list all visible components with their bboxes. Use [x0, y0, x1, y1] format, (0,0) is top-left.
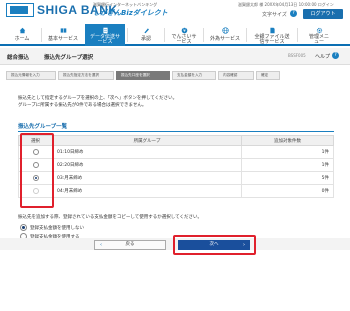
table-row[interactable]: 01:10日締め 1件 [18, 145, 334, 159]
instruction-text: 振込先として指定するグループを選択の上、「次へ」ボタンを押してください。 [18, 96, 178, 101]
page-title: 振込先グループ選択 [44, 55, 94, 61]
globe-icon [221, 27, 229, 34]
file-icon [269, 27, 275, 34]
step-item: 確定 [256, 71, 280, 80]
option-prompt: 振込先を追加する際、登録されている支払金額をコピーして使用するか選択してください… [18, 215, 202, 220]
nav-admin-menu[interactable]: 管理メニュー [299, 24, 339, 46]
step-item-current: 振込先口座を選択 [116, 71, 170, 80]
nav-home[interactable]: ホーム [4, 24, 40, 46]
step-item: 支払金額を入力 [172, 71, 216, 80]
nav-label: ホーム [14, 36, 30, 42]
svg-text:¥: ¥ [183, 28, 186, 33]
table-header-row: 選択 所属グループ 追加対象件数 [18, 135, 334, 146]
highlight-box [173, 235, 256, 255]
nav-basic-services[interactable]: 基本サービス [43, 24, 83, 46]
table-row[interactable]: 02:20日締め 1件 [18, 158, 334, 172]
back-label: 戻る [125, 242, 135, 247]
nav-approval[interactable]: 承認 [129, 24, 163, 46]
back-button[interactable]: ‹ 戻る [94, 240, 166, 250]
group-name: 02:20日締め [52, 158, 242, 172]
yen-icon: ¥ [181, 27, 187, 34]
group-name: 04:月末締め [52, 184, 242, 198]
font-size-control[interactable]: 文字サイズ [262, 11, 287, 18]
nav-label: でんさいサービス [171, 34, 197, 45]
document-icon [102, 27, 108, 34]
group-table: 選択 所属グループ 追加対象件数 01:10日締め 1件 02:20日締め 1件… [18, 135, 334, 198]
book-icon [60, 28, 66, 33]
highlight-box [20, 133, 54, 208]
option-label: 登録支払金額を使用しない [30, 226, 84, 231]
gear-icon [316, 27, 322, 34]
nav-label: 全銀ファイル送信サービス [254, 34, 290, 45]
user-info: 滋賀銀太郎 様 20XX年04月13日 10:00:00 ログイン [238, 2, 334, 7]
group-count: 0件 [241, 184, 334, 198]
logout-button[interactable]: ログアウト [303, 9, 343, 19]
group-count: 1件 [241, 158, 334, 172]
nav-densai[interactable]: ¥ でんさいサービス [166, 24, 202, 46]
nav-zengin-file[interactable]: 全銀ファイル送信サービス [248, 24, 296, 46]
pen-icon [143, 28, 149, 34]
title-bar: 総合振込 振込先グループ選択 BSSF005 ヘルプ ? [0, 48, 350, 65]
step-item: 振込先指定方法を選択 [58, 71, 114, 80]
table-row[interactable]: 03:月末締め 5件 [18, 171, 334, 185]
nav-label: 外為サービス [209, 36, 240, 42]
step-indicator: 振込元情報を入力 振込先指定方法を選択 振込先口座を選択 支払金額を入力 内容確… [6, 71, 346, 80]
group-count: 1件 [241, 145, 334, 159]
nav-label: 承認 [140, 36, 151, 42]
bank-logo-icon[interactable] [6, 3, 34, 17]
column-header: 追加対象件数 [241, 135, 334, 146]
group-count: 5件 [241, 171, 334, 185]
table-row: 04:月末締め 0件 [18, 184, 334, 198]
group-name: 03:月末締め [52, 171, 242, 185]
step-item: 内容確認 [218, 71, 254, 80]
home-icon [19, 27, 25, 34]
instruction-text: グループに所属する振込先が0件である場合は選択できません。 [18, 103, 147, 108]
divider [18, 131, 334, 132]
section-title: 振込先グループ一覧 [18, 124, 68, 130]
header: SHIGA BANK 滋賀銀行インターネットバンキング しがぎんBizダイレクト… [0, 0, 350, 22]
column-header: 所属グループ [52, 135, 242, 146]
nav-forex[interactable]: 外為サービス [205, 24, 245, 46]
nav-label: 基本サービス [47, 36, 78, 42]
chevron-left-icon: ‹ [100, 242, 102, 248]
nav-label: データ伝送サービス [90, 34, 121, 45]
help-icon[interactable]: ? [332, 52, 339, 59]
group-name: 01:10日締め [52, 145, 242, 159]
nav-data-transmission[interactable]: データ伝送サービス [85, 24, 125, 46]
help-link[interactable]: ヘルプ [315, 53, 330, 60]
question-icon[interactable]: ? [290, 10, 297, 17]
nav-label: 管理メニュー [308, 34, 329, 45]
breadcrumb: 総合振込 [7, 55, 30, 61]
step-item: 振込元情報を入力 [6, 71, 56, 80]
main-nav: ホーム 基本サービス データ伝送サービス 承認 ¥ でんさいサービス 外為サービ… [0, 24, 350, 46]
option-no-copy[interactable]: 登録支払金額を使用しない [20, 224, 84, 231]
screen-id: BSSF005 [288, 53, 306, 58]
biz-brand: しがぎんBizダイレクト [93, 9, 168, 17]
option-radio-selected[interactable] [20, 224, 27, 231]
